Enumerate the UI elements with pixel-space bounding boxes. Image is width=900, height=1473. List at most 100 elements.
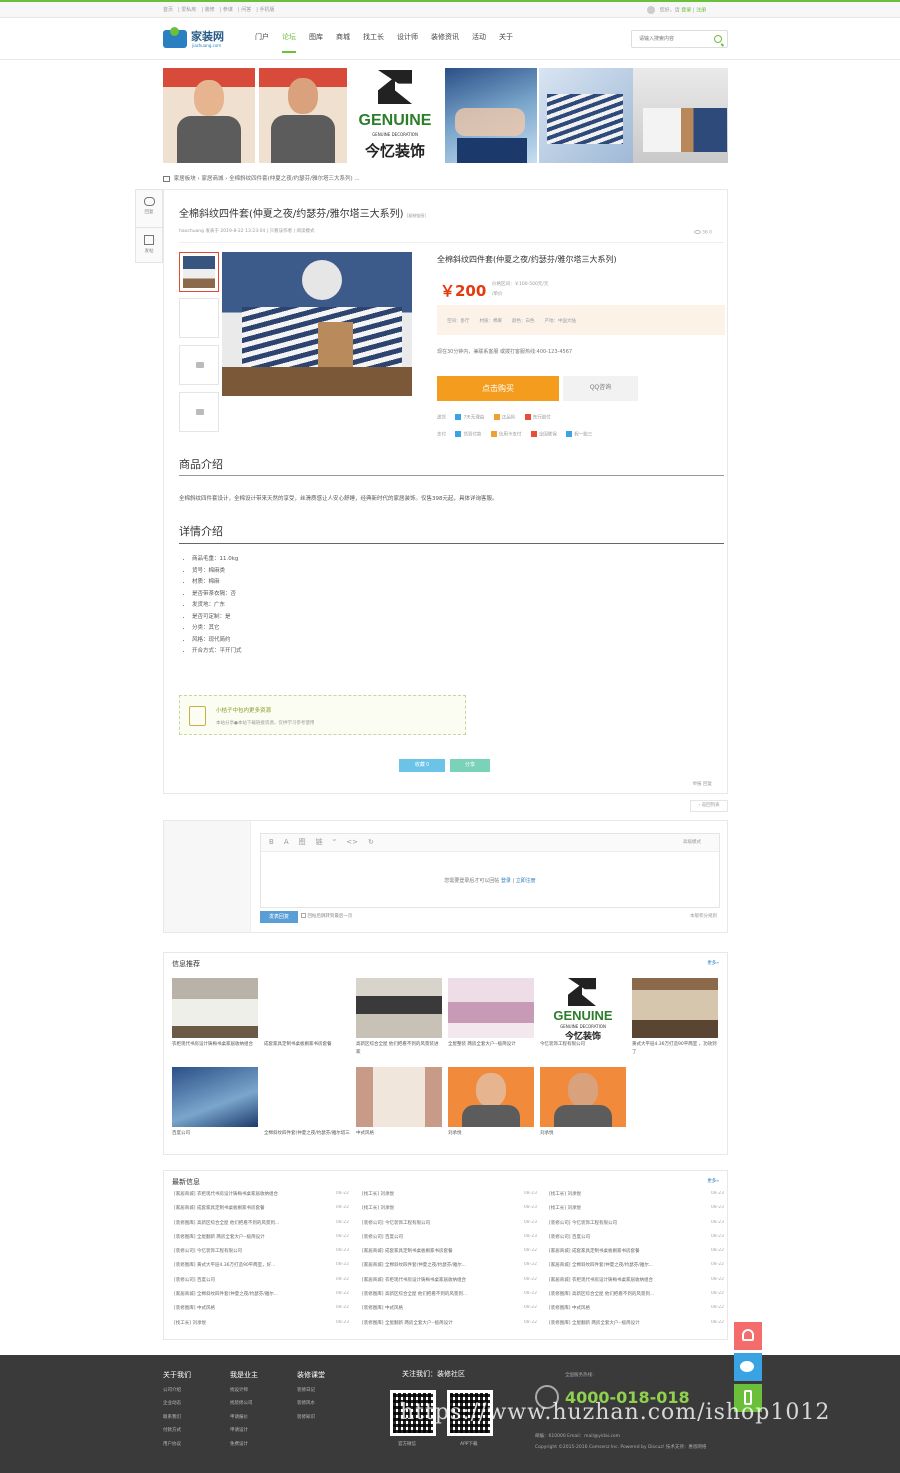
news-row[interactable]: [找工长] 刘承悦 08-23 xyxy=(549,1191,724,1205)
news-row[interactable]: [装修公司] 今忆装饰工程有限公司 08-23 xyxy=(362,1220,537,1234)
footer-link[interactable]: 企业动态 xyxy=(163,1397,191,1411)
news-row[interactable]: [装修图库] 中式风格 08-22 xyxy=(362,1305,537,1319)
footer-link[interactable]: 用户协议 xyxy=(163,1438,191,1452)
footer-link[interactable]: 装修风水 xyxy=(297,1397,325,1411)
float-wechat-button[interactable] xyxy=(734,1353,762,1381)
info-card[interactable]: 全棉斜纹四件套(仲夏之夜/约瑟芬/雅尔塔三 xyxy=(264,1067,350,1146)
reply-tool[interactable]: 回复 xyxy=(136,190,162,226)
footer-link[interactable]: 付款方式 xyxy=(163,1424,191,1438)
info-card[interactable]: 高新区综合全屋 他们把看不到的风景装进家 xyxy=(356,978,442,1057)
news-row[interactable]: [家居商城] 成套家具定制书桌板橱家书房套餐 08-22 xyxy=(362,1248,537,1262)
info-card[interactable]: 百度公司 xyxy=(172,1067,258,1146)
home-icon[interactable] xyxy=(163,175,170,182)
footer-link[interactable]: 联系我们 xyxy=(163,1411,191,1425)
footer-link[interactable]: 申请设计 xyxy=(230,1424,258,1438)
top-link[interactable]: 问答 xyxy=(241,7,251,13)
login-link[interactable]: 登录 xyxy=(501,878,511,884)
top-link[interactable]: 手机版 xyxy=(259,7,274,13)
copy-link[interactable]: [复制链接] xyxy=(407,213,426,218)
top-link[interactable]: 首页 xyxy=(163,7,173,13)
news-row[interactable]: [家居商城] 全棉斜纹四件套(仲夏之夜/约瑟芬/雅尔... 08-22 xyxy=(174,1291,349,1305)
site-logo[interactable]: 家装网 jiazhuang.com xyxy=(163,26,233,50)
checkbox[interactable] xyxy=(301,913,306,918)
post-footer-links[interactable]: 举报 回复 xyxy=(693,781,712,787)
news-row[interactable]: [装修图库] 全屋翻新 两房全套大户--极简设计 08-22 xyxy=(174,1234,349,1248)
nav-item[interactable]: 关于 xyxy=(499,32,513,42)
news-row[interactable]: [找工长] 刘承悦 08-23 xyxy=(549,1205,724,1219)
footer-link[interactable]: 找装修公司 xyxy=(230,1397,258,1411)
advanced-mode-link[interactable]: 高级模式 xyxy=(683,839,701,845)
reply-submit-button[interactable]: 发表回复 xyxy=(260,911,298,923)
news-row[interactable]: [装修图库] 高新区综合全屋 他们把看不到的风景到... 08-22 xyxy=(549,1291,724,1305)
footer-link[interactable]: 找设计师 xyxy=(230,1384,258,1398)
back-to-list-button[interactable]: ‹ 返回列表 xyxy=(690,800,728,812)
footer-link[interactable]: 装修日记 xyxy=(297,1384,325,1398)
top-link[interactable]: 参谋 xyxy=(223,7,233,13)
news-row[interactable]: [装修公司] 百度公司 08-23 xyxy=(549,1234,724,1248)
float-service-button[interactable] xyxy=(734,1322,762,1350)
link-icon[interactable]: 链 xyxy=(316,838,323,846)
news-row[interactable]: [家居商城] 衣柜现代书房设计铸梅书桌家居收纳组合 08-22 xyxy=(174,1191,349,1205)
bold-icon[interactable]: B xyxy=(269,838,274,846)
news-row[interactable]: [家居商城] 成套家具定制书桌板橱家书房套餐 08-22 xyxy=(174,1205,349,1219)
nav-item[interactable]: 找工长 xyxy=(363,32,384,42)
news-row[interactable]: [家居商城] 成套家具定制书桌板橱家书房套餐 08-22 xyxy=(549,1248,724,1262)
register-link[interactable]: 注册 xyxy=(696,8,706,14)
buy-button[interactable]: 点击购买 xyxy=(437,376,559,401)
image-icon[interactable]: 图 xyxy=(299,838,306,846)
info-card[interactable]: 成套家具定制书桌板橱家书房套餐 xyxy=(264,978,350,1057)
nav-item-active[interactable]: 论坛 xyxy=(282,32,296,53)
login-link[interactable]: 登录 xyxy=(681,8,691,14)
search-icon[interactable] xyxy=(714,35,722,43)
qq-consult-button[interactable]: QQ咨询 xyxy=(563,376,638,401)
news-row[interactable]: [家居商城] 全棉斜纹四件套(仲夏之夜/约瑟芬/雅尔... 08-22 xyxy=(549,1262,724,1276)
news-row[interactable]: [装修图库] 高新区综合全屋 他们把看不到的风景到... 08-22 xyxy=(362,1291,537,1305)
jump-checkbox-label[interactable]: 回帖后跳转到最后一页 xyxy=(301,913,352,919)
news-row[interactable]: [找工长] 刘承悦 08-23 xyxy=(174,1320,349,1334)
news-row[interactable]: [找工长] 刘承悦 08-23 xyxy=(362,1191,537,1205)
thumbnail[interactable] xyxy=(179,252,219,292)
news-row[interactable]: [找工长] 刘承悦 08-23 xyxy=(362,1205,537,1219)
footer-link[interactable]: 免费设计 xyxy=(230,1438,258,1452)
info-card[interactable]: 中式风格 xyxy=(356,1067,442,1146)
banner-person-image[interactable] xyxy=(259,68,347,163)
news-row[interactable]: [装修图库] 高新区综合全屋 他们把看不到的风景到... 08-22 xyxy=(174,1220,349,1234)
font-color-icon[interactable]: A xyxy=(284,838,289,846)
news-row[interactable]: [家居商城] 衣柜现代书房设计铸梅书桌家居收纳组合 08-22 xyxy=(362,1277,537,1291)
news-row[interactable]: [装修公司] 今忆装饰工程有限公司 08-23 xyxy=(549,1220,724,1234)
info-card[interactable]: 刘承悦 xyxy=(540,1067,626,1146)
footer-link[interactable]: 装修知识 xyxy=(297,1411,325,1425)
banner-person-image[interactable] xyxy=(163,68,255,163)
nav-item[interactable]: 装修资讯 xyxy=(431,32,459,42)
more-link[interactable]: 更多» xyxy=(707,1178,719,1184)
download-box[interactable]: 小桔子中包内更多资源 本站分享●本站下载链接资源，仅供学习参考使用 xyxy=(179,695,466,735)
news-row[interactable]: [装修图库] 黄式大平层4.36万打造90平两室，好... 08-22 xyxy=(174,1262,349,1276)
restore-icon[interactable]: ↻ xyxy=(368,838,374,846)
post-tool[interactable]: 发帖 xyxy=(136,227,162,263)
nav-item[interactable]: 门户 xyxy=(255,32,269,42)
news-row[interactable]: [装修公司] 今忆装饰工程有限公司 08-23 xyxy=(174,1248,349,1262)
info-card[interactable]: 黄式大平层4.36万打造90平两室 ，功效到了 xyxy=(632,978,718,1057)
news-row[interactable]: [装修图库] 全屋翻新 两房全套大户--极简设计 08-22 xyxy=(362,1320,537,1334)
code-icon[interactable]: <> xyxy=(346,838,358,846)
favorite-button[interactable]: 收藏 0 xyxy=(399,759,445,772)
nav-item[interactable]: 图库 xyxy=(309,32,323,42)
banner-genuine-logo[interactable]: GENUINE GENUINE DECORATION 今忆装饰 xyxy=(351,68,439,163)
thumbnail[interactable] xyxy=(179,392,219,432)
breadcrumb-text[interactable]: 家居板块 › 家居商城 › 全棉斜纹四件套(仲夏之夜/约瑟芬/雅尔塔三大系列) … xyxy=(174,176,360,182)
top-link[interactable]: 爱私房 xyxy=(181,7,196,13)
news-row[interactable]: [装修公司] 百度公司 08-23 xyxy=(362,1234,537,1248)
banner-event-image[interactable] xyxy=(445,68,537,163)
search-input[interactable] xyxy=(632,31,707,47)
thumbnail[interactable] xyxy=(179,298,219,338)
news-row[interactable]: [装修公司] 百度公司 08-22 xyxy=(174,1277,349,1291)
nav-item[interactable]: 商城 xyxy=(336,32,350,42)
banner-bed-image[interactable] xyxy=(633,68,728,163)
nav-item[interactable]: 设计师 xyxy=(397,32,418,42)
info-card[interactable]: GENUINE GENUINE DECORATION 今忆装饰 今忆装饰工程有限公司 xyxy=(540,978,626,1057)
news-row[interactable]: [家居商城] 全棉斜纹四件套(仲夏之夜/约瑟芬/雅尔... 08-22 xyxy=(362,1262,537,1276)
info-card[interactable]: 衣柜现代书房设计铸梅书桌家居收纳组合 xyxy=(172,978,258,1057)
thumbnail[interactable] xyxy=(179,345,219,385)
rules-link[interactable]: 本版积分规则 xyxy=(690,913,717,919)
banner-bedding-image[interactable] xyxy=(539,68,633,163)
